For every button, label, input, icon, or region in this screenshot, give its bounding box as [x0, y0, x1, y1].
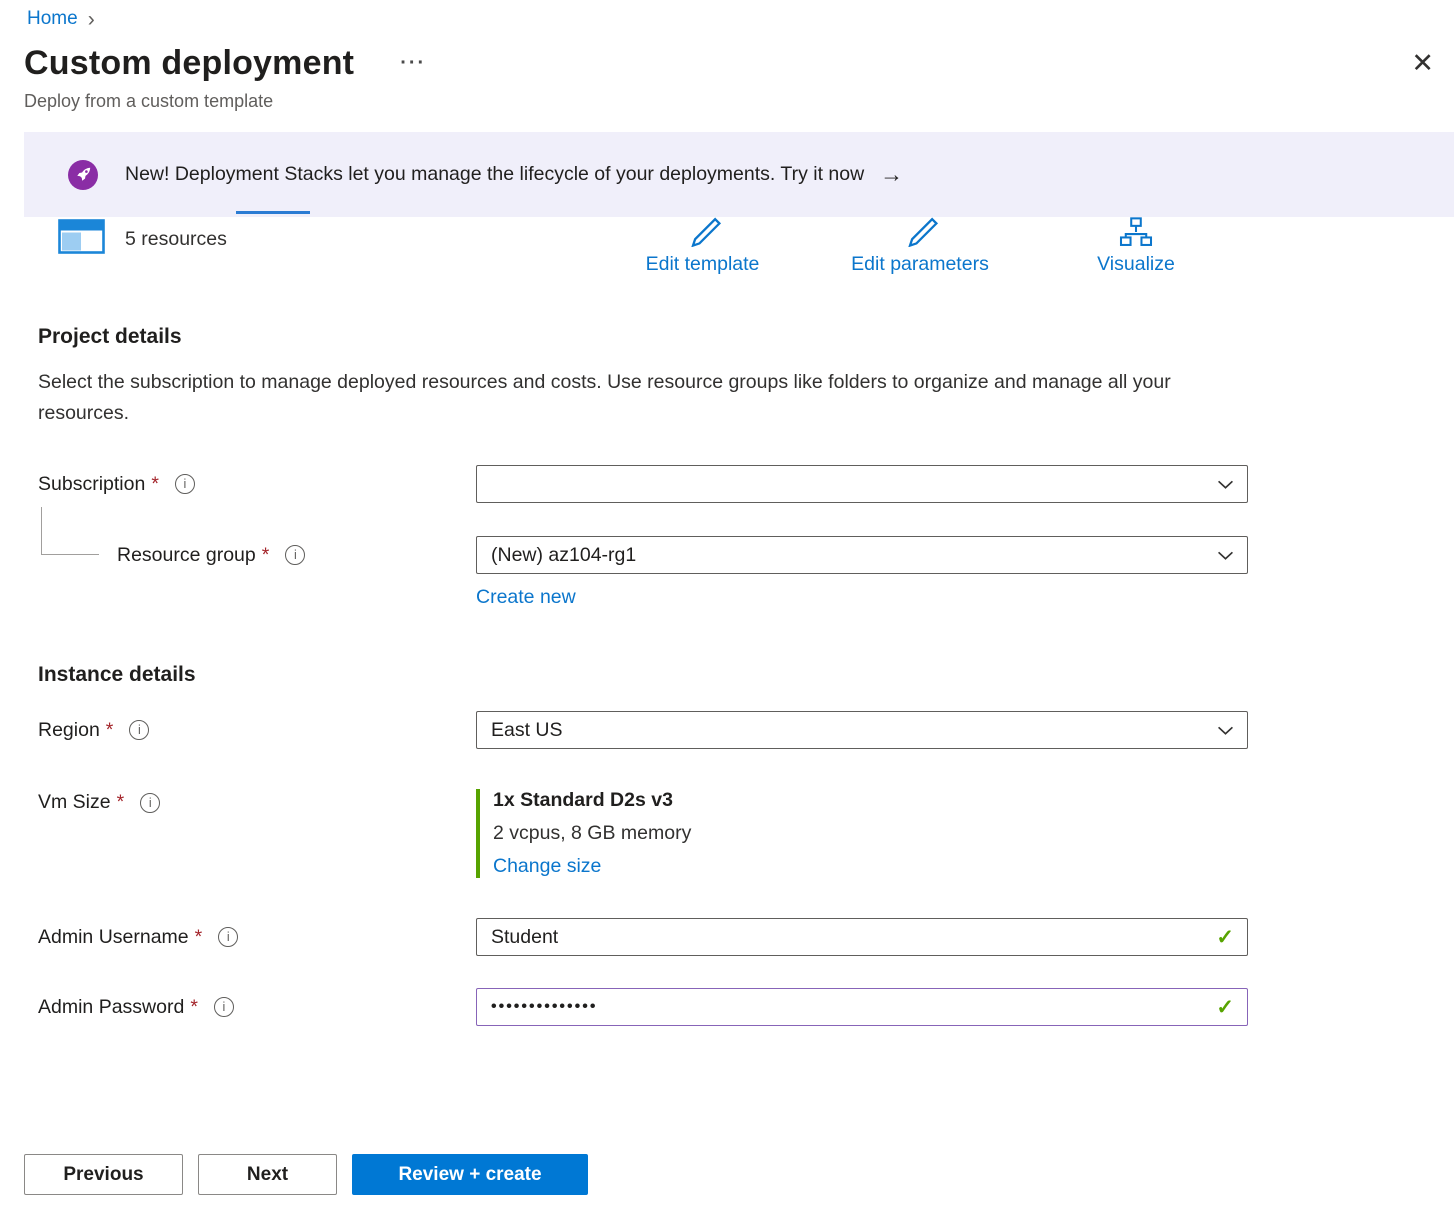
flowchart-icon [1119, 217, 1153, 252]
wizard-footer: Previous Next Review + create [0, 1154, 1456, 1195]
subscription-label-group: Subscription * i [0, 473, 476, 496]
vm-size-label: Vm Size [38, 791, 111, 814]
valid-check-icon: ✓ [1216, 995, 1234, 1020]
template-resources: 5 resources [58, 219, 227, 259]
banner-text: New! Deployment Stacks let you manage th… [125, 163, 864, 186]
info-icon[interactable]: i [214, 997, 234, 1017]
admin-username-label: Admin Username [38, 926, 189, 949]
pencil-icon [684, 217, 722, 252]
info-icon[interactable]: i [218, 927, 238, 947]
pencil-icon [901, 217, 939, 252]
instance-details-heading: Instance details [38, 663, 1456, 687]
admin-password-label-group: Admin Password * i [0, 996, 476, 1019]
vm-size-summary: 1x Standard D2s v3 2 vcpus, 8 GB memory … [476, 789, 691, 878]
resource-group-label: Resource group [117, 544, 256, 567]
subscription-row: Subscription * i [0, 465, 1456, 503]
region-dropdown[interactable]: East US [476, 711, 1248, 749]
info-icon[interactable]: i [285, 545, 305, 565]
deployment-stacks-banner[interactable]: New! Deployment Stacks let you manage th… [24, 132, 1454, 217]
required-asterisk: * [106, 719, 114, 742]
region-value: East US [491, 719, 563, 742]
admin-password-input[interactable]: •••••••••••••• ✓ [476, 988, 1248, 1026]
template-icon [58, 219, 105, 259]
breadcrumb-home-link[interactable]: Home [27, 8, 78, 30]
required-asterisk: * [195, 926, 203, 949]
project-details-form: Subscription * i Resource group * i (New… [0, 465, 1456, 609]
template-summary-bar: 5 resources Edit template Edit parameter… [0, 217, 1456, 293]
subscription-resourcegroup-connector [41, 507, 99, 555]
edit-template-label: Edit template [646, 253, 760, 276]
info-icon[interactable]: i [175, 474, 195, 494]
vm-size-specs: 2 vcpus, 8 GB memory [493, 822, 691, 845]
breadcrumb: Home › [0, 0, 1456, 30]
instance-details-form: Region * i East US Vm Size * i 1x Standa… [0, 711, 1456, 1026]
arrow-right-icon[interactable]: → [880, 161, 903, 188]
vm-size-row: Vm Size * i 1x Standard D2s v3 2 vcpus, … [0, 789, 1456, 878]
admin-password-row: Admin Password * i •••••••••••••• ✓ [0, 988, 1456, 1026]
previous-button[interactable]: Previous [24, 1154, 183, 1195]
edit-parameters-label: Edit parameters [851, 253, 989, 276]
edit-template-button[interactable]: Edit template [630, 217, 775, 276]
chevron-down-icon [1217, 722, 1234, 739]
vm-size-label-group: Vm Size * i [0, 789, 476, 814]
region-row: Region * i East US [0, 711, 1456, 749]
region-label-group: Region * i [0, 719, 476, 742]
vm-size-title: 1x Standard D2s v3 [493, 789, 691, 812]
create-new-link[interactable]: Create new [476, 586, 576, 609]
visualize-button[interactable]: Visualize [1086, 217, 1186, 276]
valid-check-icon: ✓ [1216, 925, 1234, 950]
project-details-description: Select the subscription to manage deploy… [38, 367, 1188, 429]
subscription-dropdown[interactable] [476, 465, 1248, 503]
page-title: Custom deployment [24, 44, 354, 83]
chevron-down-icon [1217, 476, 1234, 493]
subscription-label: Subscription [38, 473, 145, 496]
chevron-down-icon [1217, 547, 1234, 564]
admin-username-row: Admin Username * i Student ✓ [0, 918, 1456, 956]
info-icon[interactable]: i [140, 793, 160, 813]
resource-group-dropdown[interactable]: (New) az104-rg1 [476, 536, 1248, 574]
resource-group-row: Resource group * i (New) az104-rg1 [0, 536, 1456, 574]
resources-count: 5 resources [125, 228, 227, 251]
clipped-link-fragment [236, 211, 310, 214]
admin-username-input[interactable]: Student ✓ [476, 918, 1248, 956]
required-asterisk: * [190, 996, 198, 1019]
required-asterisk: * [262, 544, 270, 567]
edit-parameters-button[interactable]: Edit parameters [836, 217, 1004, 276]
next-button[interactable]: Next [198, 1154, 337, 1195]
change-size-link[interactable]: Change size [493, 855, 601, 878]
visualize-label: Visualize [1097, 253, 1175, 276]
page-header: Custom deployment ··· ✕ [24, 44, 1456, 83]
review-create-button[interactable]: Review + create [352, 1154, 588, 1195]
region-label: Region [38, 719, 100, 742]
project-details-heading: Project details [38, 325, 1456, 349]
breadcrumb-chevron-icon: › [88, 9, 95, 30]
required-asterisk: * [151, 473, 159, 496]
admin-password-label: Admin Password [38, 996, 184, 1019]
admin-username-label-group: Admin Username * i [0, 926, 476, 949]
close-icon[interactable]: ✕ [1411, 50, 1434, 77]
admin-password-value: •••••••••••••• [491, 998, 597, 1016]
custom-deployment-page: Home › Custom deployment ··· ✕ Deploy fr… [0, 0, 1456, 1195]
page-subtitle: Deploy from a custom template [24, 91, 1456, 112]
rocket-icon [67, 159, 99, 191]
more-options-icon[interactable]: ··· [400, 52, 426, 75]
resource-group-value: (New) az104-rg1 [491, 544, 636, 567]
required-asterisk: * [117, 791, 125, 814]
admin-username-value: Student [491, 926, 558, 949]
info-icon[interactable]: i [129, 720, 149, 740]
